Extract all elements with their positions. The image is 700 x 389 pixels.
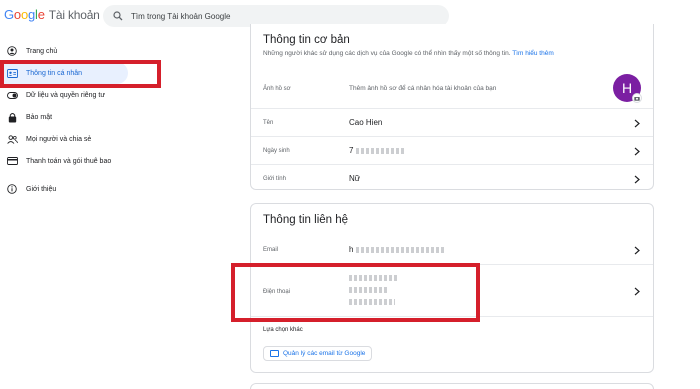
sidebar-item-people-sharing[interactable]: Mọi người và chia sẻ (0, 128, 140, 150)
logo-letter: e (37, 7, 45, 22)
learn-more-link[interactable]: Tìm hiểu thêm (512, 50, 554, 57)
other-options-row: Lựa chọn khác Quản lý các email từ Googl… (251, 316, 653, 372)
logo-letter: G (4, 7, 14, 22)
manage-email-button[interactable]: Quản lý các email từ Google (263, 346, 373, 361)
row-value: Nữ (349, 174, 361, 183)
birthday-row[interactable]: Ngày sinh 7 (251, 136, 653, 164)
sidebar-item-payments[interactable]: Thanh toán và gói thuê bao (0, 150, 140, 172)
row-value: 7 (349, 146, 404, 155)
card-subtitle: Những người khác sử dụng các dịch vụ của… (251, 50, 653, 57)
logo-letter: o (20, 7, 28, 22)
mail-icon (270, 350, 279, 357)
subtitle-text: Những người khác sử dụng các dịch vụ của… (263, 50, 511, 57)
name-row[interactable]: Tên Cao Hien (251, 108, 653, 136)
highlight-box-personal-info (0, 60, 161, 88)
row-value: Thêm ảnh hồ sơ để cá nhân hóa tài khoản … (349, 85, 497, 92)
row-label: Ngày sinh (263, 148, 290, 154)
chevron-right-icon (633, 245, 641, 255)
blurred-text (355, 246, 446, 253)
card-title: Thông tin cơ bản (263, 34, 350, 46)
row-value: Cao Hien (349, 118, 383, 127)
people-icon (6, 133, 18, 145)
sidebar-item-label: Bảo mật (26, 113, 53, 121)
basic-info-card: Thông tin cơ bản Những người khác sử dụn… (250, 24, 654, 190)
person-circle-icon (6, 45, 18, 57)
credit-card-icon (6, 155, 18, 167)
avatar[interactable]: H (613, 74, 642, 103)
next-card-edge (250, 383, 654, 389)
sidebar-item-label: Dữ liệu và quyền riêng tư (26, 91, 106, 99)
sidebar-item-home[interactable]: Trang chủ (0, 40, 140, 62)
chevron-right-icon (633, 118, 641, 128)
search-input[interactable]: Tìm trong Tài khoản Google (131, 12, 230, 21)
info-icon (6, 183, 18, 195)
search-icon[interactable] (111, 9, 125, 23)
email-row[interactable]: Email h (251, 236, 653, 264)
lock-icon (6, 111, 18, 123)
button-label: Quản lý các email từ Google (283, 350, 366, 357)
row-label: Email (263, 247, 279, 253)
email-visible-part: h (349, 245, 354, 254)
logo-letter: o (13, 7, 21, 22)
chevron-right-icon (633, 286, 641, 296)
birthday-visible-part: 7 (349, 146, 354, 155)
sidebar-item-label: Giới thiệu (26, 185, 57, 193)
row-label: Lựa chọn khác (263, 327, 303, 333)
camera-icon[interactable] (632, 93, 642, 103)
row-value: h (349, 245, 446, 254)
sidebar-item-label: Mọi người và chia sẻ (26, 135, 92, 143)
row-label: Giới tính (263, 176, 286, 182)
sidebar-item-label: Trang chủ (26, 47, 58, 55)
blurred-text (355, 147, 404, 154)
sidebar-item-label: Thanh toán và gói thuê bao (26, 157, 112, 165)
toggle-icon (6, 89, 18, 101)
product-name: Tài khoản (48, 8, 100, 22)
chevron-right-icon (633, 146, 641, 156)
sidebar-item-security[interactable]: Bảo mật (0, 106, 140, 128)
card-title: Thông tin liên hệ (263, 214, 349, 226)
avatar-initial: H (621, 80, 633, 96)
google-account-logo[interactable]: Google Tài khoản (4, 7, 100, 22)
row-label: Tên (263, 120, 274, 126)
sidebar-item-about[interactable]: Giới thiệu (0, 178, 140, 200)
row-label: Ảnh hồ sơ (263, 86, 291, 92)
logo-letter: g (27, 7, 36, 22)
chevron-right-icon (633, 174, 641, 184)
gender-row[interactable]: Giới tính Nữ (251, 164, 653, 189)
profile-photo-row[interactable]: Ảnh hồ sơ Thêm ảnh hồ sơ để cá nhân hóa … (251, 66, 653, 108)
highlight-box-phone (231, 263, 480, 322)
